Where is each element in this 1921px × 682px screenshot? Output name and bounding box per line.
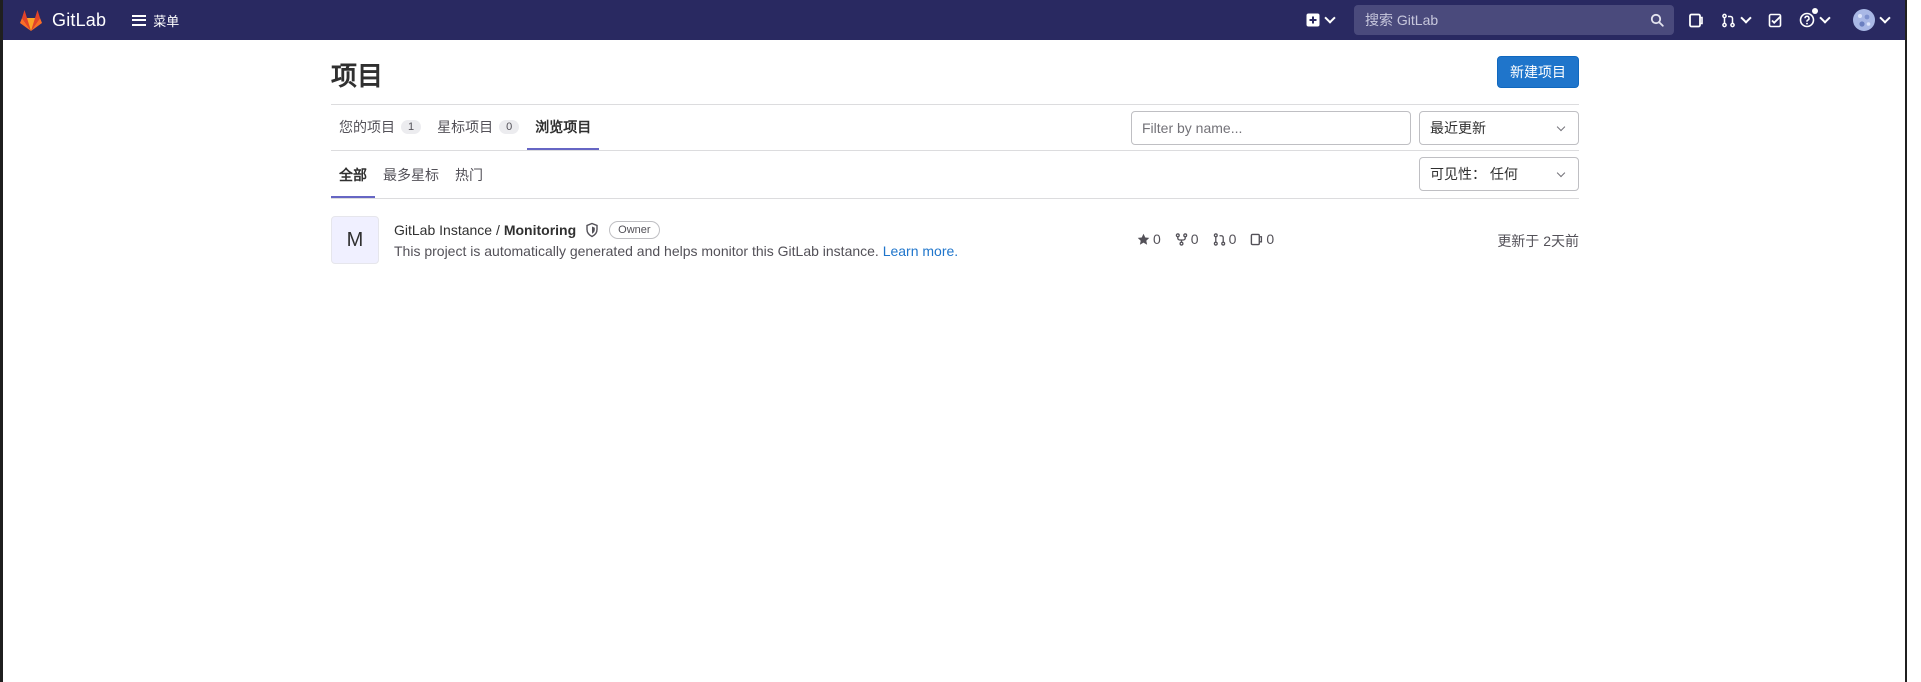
merge-requests-dropdown[interactable] (1721, 12, 1752, 28)
gitlab-tanuki-icon (20, 10, 42, 31)
subtab-trending[interactable]: 热门 (447, 152, 491, 198)
project-name-link[interactable]: Monitoring (504, 222, 576, 238)
description-text: This project is automatically generated … (394, 243, 879, 259)
hamburger-icon (132, 14, 147, 26)
stars-value: 0 (1153, 231, 1161, 247)
forks-count[interactable]: 0 (1175, 231, 1199, 247)
todo-icon (1768, 13, 1782, 27)
search-icon (1650, 13, 1664, 27)
visibility-value: 可见性： 任何 (1430, 166, 1518, 182)
tab-your-projects[interactable]: 您的项目 1 (331, 104, 429, 150)
visibility-dropdown[interactable]: 可见性： 任何 (1419, 157, 1579, 191)
chevron-down-icon (1324, 12, 1336, 24)
tab-explore-projects[interactable]: 浏览项目 (527, 104, 600, 150)
fork-icon (1175, 232, 1188, 246)
gitlab-logo-link[interactable]: GitLab (18, 7, 106, 33)
issues-button[interactable] (1688, 13, 1703, 28)
create-new-dropdown[interactable] (1306, 12, 1336, 27)
subtab-label: 全部 (339, 167, 367, 183)
project-stats: 0 0 0 0 (1137, 231, 1288, 247)
star-icon (1137, 233, 1150, 245)
navbar-right (1306, 0, 1905, 40)
menu-button[interactable]: 菜单 (132, 11, 179, 30)
tab-label: 星标项目 (437, 119, 494, 135)
role-badge: Owner (609, 221, 660, 239)
filter-by-name-input[interactable] (1131, 111, 1411, 145)
plus-square-icon (1306, 13, 1320, 27)
count-badge: 0 (499, 120, 520, 134)
issues-icon (1689, 13, 1703, 27)
divider (331, 198, 1579, 199)
project-row: M GitLab Instance / Monitoring Owner Thi… (331, 216, 1579, 268)
chevron-down-icon (1740, 12, 1752, 24)
todos-button[interactable] (1768, 13, 1783, 28)
divider (331, 150, 1579, 151)
window-frame-left (0, 0, 3, 682)
tab-starred-projects[interactable]: 星标项目 0 (429, 104, 527, 150)
window-frame-right (1905, 0, 1921, 682)
tab-label: 您的项目 (339, 119, 395, 135)
search-box[interactable] (1354, 5, 1674, 35)
project-description: This project is automatically generated … (394, 243, 958, 259)
project-avatar[interactable]: M (331, 216, 379, 264)
merge-request-icon (1213, 232, 1225, 246)
chevron-down-icon (1879, 12, 1891, 24)
chevron-down-icon (1819, 12, 1831, 24)
chevron-down-icon (1556, 122, 1566, 132)
learn-more-link[interactable]: Learn more. (883, 243, 958, 259)
count-badge: 1 (401, 120, 422, 134)
issues-icon (1251, 233, 1263, 245)
updated-timestamp: 更新于 2天前 (1497, 233, 1579, 249)
merge-requests-count[interactable]: 0 (1213, 231, 1237, 247)
subtab-most-stars[interactable]: 最多星标 (375, 152, 447, 198)
project-subtabs: 全部 最多星标 热门 (331, 152, 491, 198)
new-project-button[interactable]: 新建项目 (1497, 56, 1579, 88)
tab-label: 浏览项目 (535, 119, 592, 135)
page-title: 项目 (331, 61, 384, 91)
subtab-label: 最多星标 (383, 167, 439, 183)
project-title: GitLab Instance / Monitoring Owner (394, 221, 660, 239)
subtab-label: 热门 (455, 167, 483, 183)
subtab-all[interactable]: 全部 (331, 152, 375, 198)
merge-request-icon (1722, 13, 1735, 27)
merge-requests-value: 0 (1228, 231, 1237, 247)
forks-value: 0 (1190, 231, 1199, 247)
chevron-down-icon (1556, 168, 1566, 178)
user-menu-dropdown[interactable] (1853, 9, 1891, 31)
stars-count[interactable]: 0 (1137, 231, 1161, 247)
brand-name: GitLab (52, 9, 107, 30)
issues-value: 0 (1266, 231, 1275, 247)
issues-count[interactable]: 0 (1250, 231, 1274, 247)
avatar-icon (1853, 9, 1875, 31)
notification-dot-icon (1812, 8, 1818, 14)
top-navbar: GitLab 菜单 (3, 0, 1905, 40)
sort-dropdown[interactable]: 最近更新 (1419, 111, 1579, 145)
question-icon (1799, 12, 1815, 28)
shield-icon (586, 222, 598, 238)
search-input[interactable] (1363, 11, 1647, 29)
project-namespace-link[interactable]: GitLab Instance / (394, 222, 500, 238)
menu-label: 菜单 (153, 13, 180, 29)
sort-value: 最近更新 (1430, 120, 1486, 136)
help-dropdown[interactable] (1799, 8, 1831, 28)
project-tabs: 您的项目 1 星标项目 0 浏览项目 (331, 104, 600, 150)
